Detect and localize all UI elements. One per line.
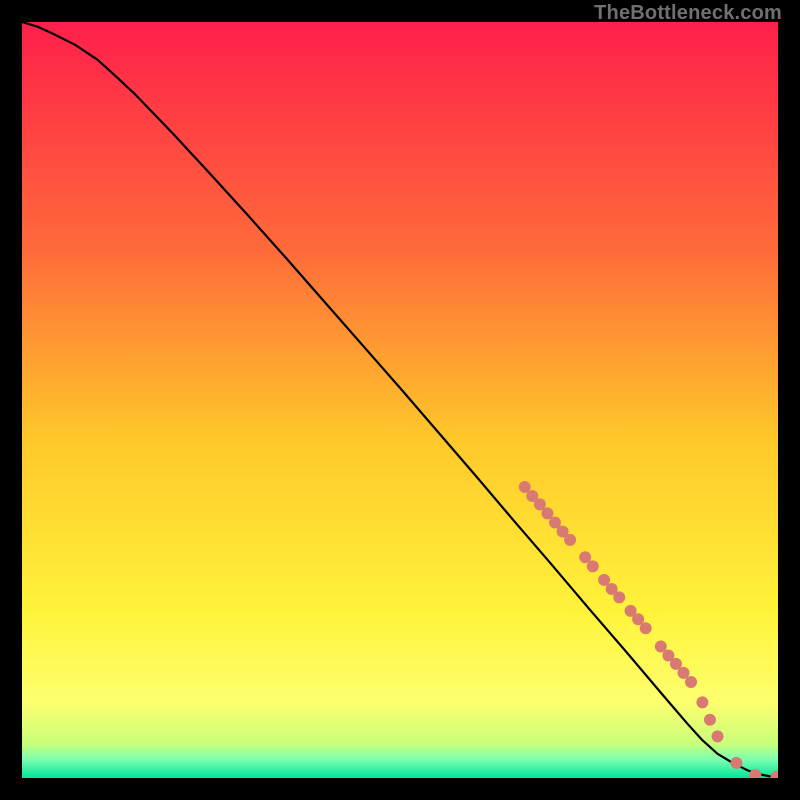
marker-dot [696,696,708,708]
plot-background [22,22,778,778]
marker-dot [564,534,576,546]
chart-plot [22,22,778,778]
marker-dot [730,757,742,769]
marker-dot [704,714,716,726]
chart-stage: TheBottleneck.com [0,0,800,800]
marker-dot [640,622,652,634]
marker-dot [685,676,697,688]
marker-dot [587,560,599,572]
marker-dot [712,730,724,742]
marker-dot [613,591,625,603]
